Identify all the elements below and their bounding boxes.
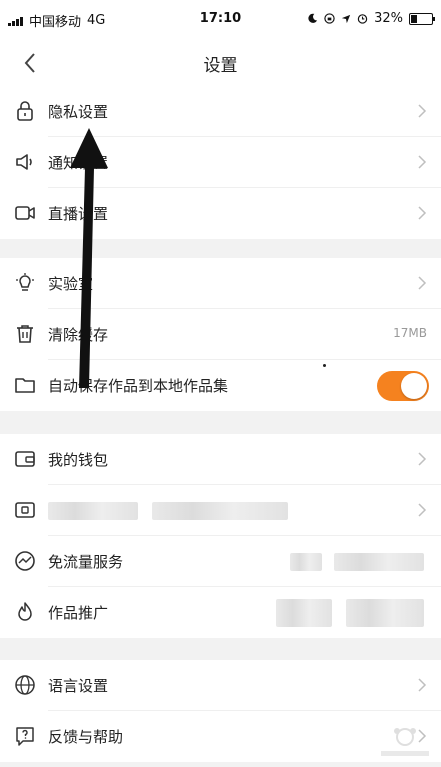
nav-bar: 设置 xyxy=(0,38,441,89)
moon-icon xyxy=(308,13,318,23)
cache-size-value: 17MB xyxy=(393,326,427,340)
row-wallet[interactable]: 我的钱包 xyxy=(0,434,441,485)
chevron-right-icon xyxy=(418,206,427,220)
folder-icon xyxy=(15,378,35,393)
row-notification-settings[interactable]: 通知设置 xyxy=(0,137,441,188)
orientation-lock-icon xyxy=(324,13,335,24)
row-card-service[interactable] xyxy=(0,485,441,536)
chevron-right-icon xyxy=(418,503,427,517)
row-live-settings[interactable]: 直播设置 xyxy=(0,188,441,239)
chevron-right-icon xyxy=(418,104,427,118)
row-privacy-settings[interactable]: 隐私设置 xyxy=(0,86,441,137)
row-label: 隐私设置 xyxy=(48,103,109,121)
row-label: 自动保存作品到本地作品集 xyxy=(48,377,229,395)
lock-icon xyxy=(17,101,33,121)
video-icon xyxy=(15,206,35,220)
blurred-value xyxy=(346,599,424,627)
row-label: 反馈与帮助 xyxy=(48,728,124,746)
location-icon xyxy=(341,14,351,23)
blurred-value xyxy=(290,553,322,571)
row-promotion[interactable]: 作品推广 xyxy=(0,587,441,638)
chevron-right-icon xyxy=(418,155,427,169)
battery-percent: 32% xyxy=(374,11,403,26)
battery-icon xyxy=(409,12,435,25)
blurred-value xyxy=(334,553,424,571)
card-icon xyxy=(15,502,35,518)
chevron-right-icon xyxy=(418,452,427,466)
blurred-label xyxy=(152,502,288,520)
row-label: 我的钱包 xyxy=(48,451,109,469)
stray-dot xyxy=(323,364,326,367)
chevron-right-icon xyxy=(418,276,427,290)
auto-save-toggle[interactable] xyxy=(377,371,429,401)
row-lab[interactable]: 实验室 xyxy=(0,258,441,309)
alarm-icon xyxy=(357,14,368,24)
row-language-settings[interactable]: 语言设置 xyxy=(0,660,441,711)
blurred-value xyxy=(276,599,332,627)
lightbulb-icon xyxy=(16,273,34,291)
globe-icon xyxy=(15,675,35,695)
settings-group-account: 隐私设置 通知设置 直播设置 xyxy=(0,86,441,239)
row-data-free-service[interactable]: 免流量服务 xyxy=(0,536,441,587)
blurred-label xyxy=(48,502,138,520)
page-title: 设置 xyxy=(203,56,238,76)
help-icon xyxy=(16,727,34,746)
row-clear-cache[interactable]: 清除缓存 17MB xyxy=(0,309,441,360)
row-label: 语言设置 xyxy=(48,677,109,695)
trash-icon xyxy=(17,325,33,343)
row-auto-save: 自动保存作品到本地作品集 xyxy=(0,360,441,411)
settings-group-services: 我的钱包 免流量服务 作品推广 xyxy=(0,434,441,638)
watermark-icon xyxy=(381,728,429,756)
wallet-icon xyxy=(15,451,35,467)
flame-icon xyxy=(18,602,32,621)
toggle-knob xyxy=(401,373,427,399)
row-label: 作品推广 xyxy=(48,604,109,622)
row-label: 实验室 xyxy=(48,275,94,293)
speaker-icon xyxy=(16,154,32,170)
chevron-right-icon xyxy=(418,678,427,692)
row-label: 免流量服务 xyxy=(48,553,124,571)
row-label: 清除缓存 xyxy=(48,326,109,344)
row-label: 通知设置 xyxy=(48,154,109,172)
row-label: 直播设置 xyxy=(48,205,109,223)
status-bar: 中国移动 4G 17:10 32% xyxy=(0,0,441,38)
traffic-icon xyxy=(15,551,35,571)
settings-group-general: 实验室 清除缓存 17MB 自动保存作品到本地作品集 xyxy=(0,258,441,411)
